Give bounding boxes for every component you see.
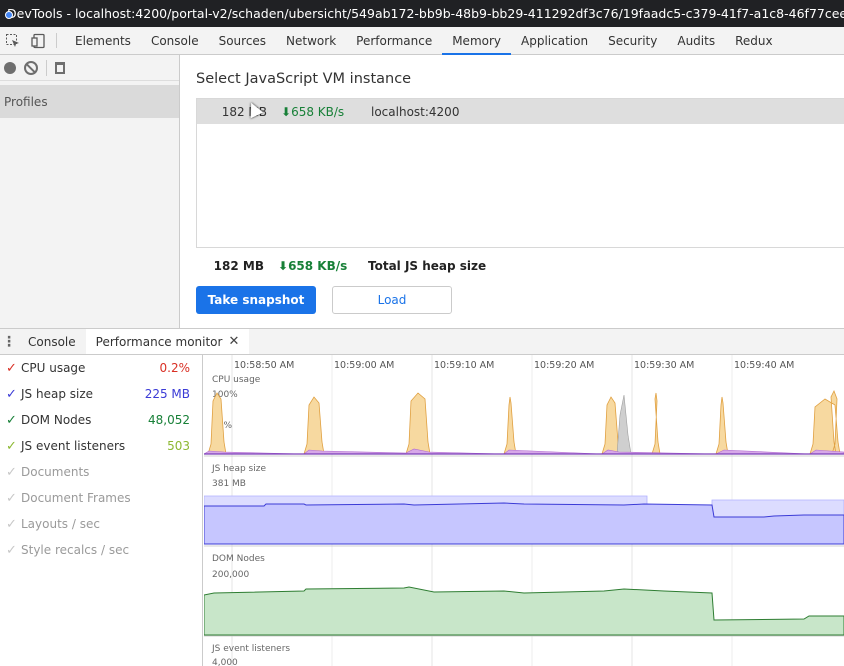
metric-row[interactable]: ✓ JS heap size 225 MB [0, 381, 202, 407]
down-arrow-icon: ⬇ [278, 259, 289, 273]
metric-row[interactable]: ✓ Layouts / sec [0, 511, 202, 537]
time-label: 10:59:40 AM [734, 360, 794, 371]
instance-rate: ⬇658 KB/s [281, 105, 371, 119]
cpu-usage-area [204, 390, 844, 455]
instance-rate-value: 658 KB/s [291, 104, 345, 119]
listeners-chart-title: JS event listeners [211, 644, 290, 654]
metric-row[interactable]: ✓ DOM Nodes 48,052 [0, 407, 202, 433]
cpu-script-area [204, 448, 844, 455]
tab-security[interactable]: Security [598, 27, 667, 54]
vm-instance-heading: Select JavaScript VM instance [196, 71, 412, 87]
tab-redux[interactable]: Redux [725, 27, 783, 54]
device-toolbar-icon[interactable] [26, 27, 52, 54]
trash-icon[interactable] [55, 61, 65, 74]
checkmark-icon[interactable]: ✓ [6, 361, 21, 376]
tab-memory[interactable]: Memory [442, 27, 511, 55]
instance-host: localhost:4200 [371, 104, 460, 119]
checkmark-icon[interactable]: ✓ [6, 465, 21, 480]
metric-row[interactable]: ✓ CPU usage 0.2% [0, 355, 202, 381]
metric-value: 48,052 [148, 413, 190, 427]
heap-tick-high: 381 MB [212, 479, 246, 489]
summary-label: Total JS heap size [368, 259, 487, 273]
performance-monitor-charts: 10:58:50 AM 10:59:00 AM 10:59:10 AM 10:59:2… [204, 355, 844, 666]
dom-tick-high: 200,000 [212, 570, 249, 580]
metric-name: CPU usage [21, 361, 86, 375]
toolbar-divider [46, 59, 47, 76]
more-options-icon[interactable]: ⋮ [0, 329, 18, 354]
metric-name: Layouts / sec [21, 517, 100, 531]
metric-row[interactable]: ✓ Document Frames [0, 485, 202, 511]
close-icon[interactable]: ✕ [228, 334, 239, 349]
cpu-chart-title: CPU usage [212, 375, 261, 385]
charts-svg: 10:58:50 AM 10:59:00 AM 10:59:10 AM 10:59:2… [204, 355, 844, 666]
time-label: 10:58:50 AM [234, 360, 294, 371]
load-button[interactable]: Load [332, 286, 452, 314]
tab-performance[interactable]: Performance [346, 27, 442, 54]
time-label: 10:59:10 AM [434, 360, 494, 371]
summary-size: 182 MB [213, 259, 264, 273]
tab-network[interactable]: Network [276, 27, 346, 54]
devtools-tabbar: Elements Console Sources Network Perform… [0, 27, 844, 55]
profiles-toolbar [0, 55, 179, 81]
metric-name: Document Frames [21, 491, 131, 505]
tab-application[interactable]: Application [511, 27, 598, 54]
toolbar-divider [56, 33, 57, 48]
metric-value: 503 [167, 439, 190, 453]
checkmark-icon[interactable]: ✓ [6, 439, 21, 454]
summary-rate-value: 658 KB/s [288, 259, 348, 273]
time-label: 10:59:20 AM [534, 360, 594, 371]
cpu-secondary-area [616, 394, 632, 455]
tab-audits[interactable]: Audits [667, 27, 725, 54]
clear-icon[interactable] [24, 60, 38, 75]
metric-name: JS event listeners [21, 439, 126, 453]
listeners-tick-high: 4,000 [212, 658, 238, 666]
vm-instance-row[interactable]: 182 MB ⬇658 KB/s localhost:4200 [197, 99, 844, 124]
heap-chart-title: JS heap size [211, 464, 266, 474]
checkmark-icon[interactable]: ✓ [6, 517, 21, 532]
time-label: 10:59:00 AM [334, 360, 394, 371]
metric-name: Style recalcs / sec [21, 543, 130, 557]
heap-summary: 182 MB ⬇658 KB/s Total JS heap size [196, 259, 487, 273]
profiles-item[interactable]: Profiles [0, 85, 179, 118]
metric-row[interactable]: ✓ Style recalcs / sec [0, 537, 202, 563]
memory-panel: Select JavaScript VM instance 182 MB ⬇65… [181, 55, 844, 328]
dom-nodes-area [204, 586, 844, 636]
metric-row[interactable]: ✓ Documents [0, 459, 202, 485]
drawer-tabbar: ⋮ Console Performance monitor ✕ [0, 328, 844, 355]
time-label: 10:59:30 AM [634, 360, 694, 371]
metrics-list: ✓ CPU usage 0.2% ✓ JS heap size 225 MB ✓ DOM No… [0, 355, 203, 666]
metric-value: 0.2% [159, 361, 191, 375]
metric-name: JS heap size [21, 387, 94, 401]
metric-value: 225 MB [144, 387, 190, 401]
profiles-sidebar: Profiles [0, 55, 180, 328]
profiles-label: Profiles [4, 94, 48, 109]
dom-chart-title: DOM Nodes [212, 554, 265, 564]
window-title: DevTools - localhost:4200/portal-v2/scha… [7, 6, 844, 21]
metric-row[interactable]: ✓ JS event listeners 503 [0, 433, 202, 459]
drawer-tab-performance-monitor[interactable]: Performance monitor ✕ [85, 329, 250, 354]
summary-rate: ⬇658 KB/s [278, 259, 368, 273]
metric-name: Documents [21, 465, 90, 479]
take-snapshot-button[interactable]: Take snapshot [196, 286, 316, 314]
tab-console[interactable]: Console [141, 27, 209, 54]
down-arrow-icon: ⬇ [281, 104, 292, 119]
tab-sources[interactable]: Sources [209, 27, 276, 54]
checkmark-icon[interactable]: ✓ [6, 413, 21, 428]
checkmark-icon[interactable]: ✓ [6, 387, 21, 402]
record-icon[interactable] [4, 61, 16, 74]
checkmark-icon[interactable]: ✓ [6, 491, 21, 506]
metric-name: DOM Nodes [21, 413, 92, 427]
drawer-tab-console[interactable]: Console [18, 329, 86, 354]
checkmark-icon[interactable]: ✓ [6, 543, 21, 558]
inspect-element-icon[interactable] [0, 27, 26, 54]
tab-elements[interactable]: Elements [65, 27, 141, 54]
vm-instance-list: 182 MB ⬇658 KB/s localhost:4200 [196, 98, 844, 248]
window-titlebar: DevTools - localhost:4200/portal-v2/scha… [0, 0, 844, 27]
drawer-tab-label: Performance monitor [95, 334, 223, 349]
